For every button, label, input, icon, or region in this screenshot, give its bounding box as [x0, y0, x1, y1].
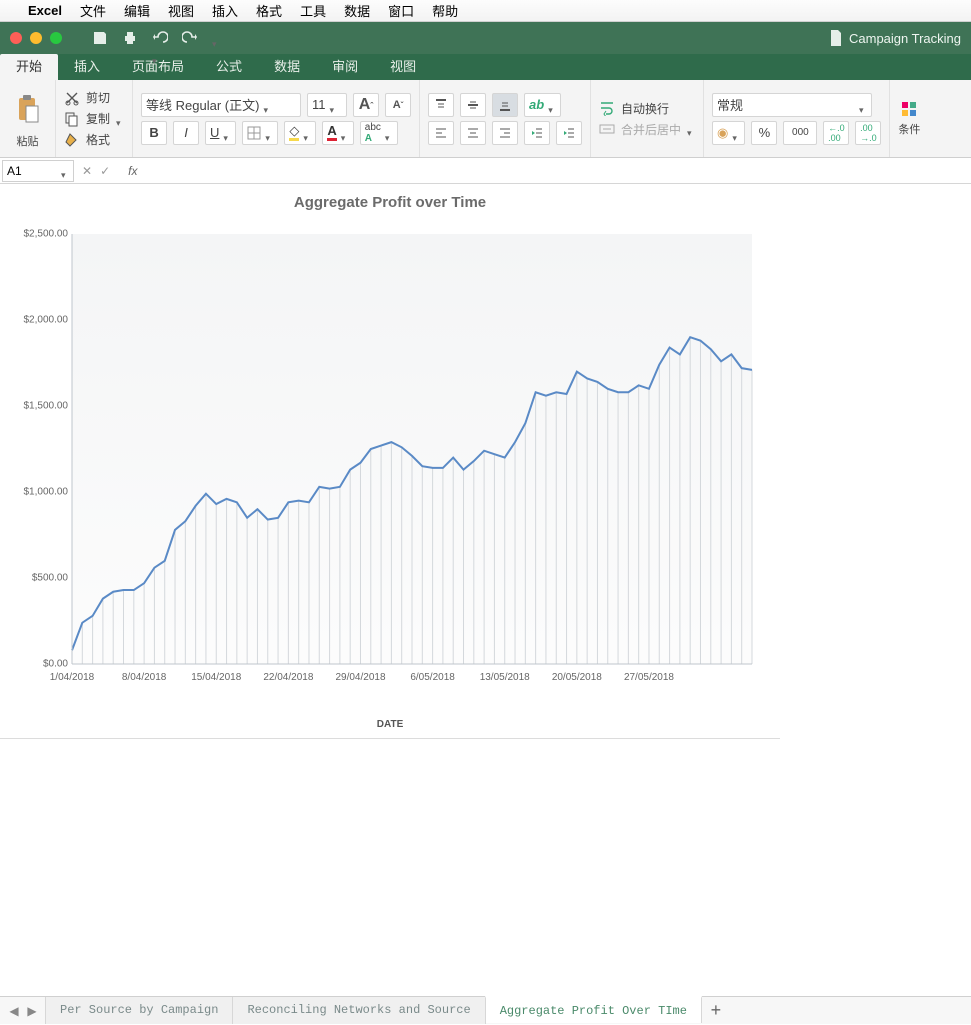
mac-menu-bar: Excel 文件 编辑 视图 插入 格式 工具 数据 窗口 帮助: [0, 0, 971, 22]
ribbon-tab-5[interactable]: 审阅: [316, 54, 374, 80]
y-tick-label: $0.00: [43, 659, 68, 670]
qat-customize[interactable]: [212, 34, 220, 42]
decrease-font-button[interactable]: Aˇ: [385, 93, 411, 117]
x-tick-label: 22/04/2018: [263, 672, 313, 683]
cut-button[interactable]: 剪切: [64, 89, 124, 106]
sheet-tab-2[interactable]: Aggregate Profit Over TIme: [485, 996, 702, 1023]
x-tick-label: 20/05/2018: [552, 672, 602, 683]
ribbon-tabs: 开始插入页面布局公式数据审阅视图: [0, 54, 971, 80]
accounting-format-button[interactable]: ◉: [712, 121, 745, 145]
increase-font-button[interactable]: Aˆ: [353, 93, 379, 117]
align-bottom-button[interactable]: [492, 93, 518, 117]
ribbon: 粘贴 剪切 复制 格式 等线 Regular (正文) 11 Aˆ Aˇ B I…: [0, 80, 971, 158]
orientation-button[interactable]: ab: [524, 93, 561, 117]
formula-input[interactable]: [147, 164, 971, 178]
font-color-button[interactable]: A: [322, 121, 353, 145]
formula-bar: A1 ✕ ✓ fx: [0, 158, 971, 184]
merge-center-button[interactable]: 合并后居中: [599, 121, 695, 138]
conditional-format-icon[interactable]: [901, 101, 917, 117]
paste-button[interactable]: [11, 89, 45, 129]
menu-format[interactable]: 格式: [256, 1, 282, 20]
borders-button[interactable]: [242, 121, 278, 145]
align-top-button[interactable]: [428, 93, 454, 117]
title-bar: Campaign Tracking: [0, 22, 971, 54]
y-tick-label: $500.00: [32, 573, 68, 584]
coins-icon: ◉: [717, 125, 728, 141]
underline-button[interactable]: U: [205, 121, 236, 145]
y-tick-label: $2,000.00: [24, 315, 69, 326]
add-sheet-button[interactable]: +: [702, 1000, 730, 1021]
italic-button[interactable]: I: [173, 121, 199, 145]
x-tick-label: 15/04/2018: [191, 672, 241, 683]
x-tick-label: 1/04/2018: [50, 672, 95, 683]
conditional-format-label: 条件: [898, 121, 920, 137]
redo-icon[interactable]: [182, 30, 198, 46]
ribbon-tab-6[interactable]: 视图: [374, 54, 432, 80]
menu-edit[interactable]: 编辑: [124, 1, 150, 20]
y-tick-label: $2,500.00: [24, 229, 69, 240]
chart-plot-area: [72, 234, 752, 664]
y-tick-label: $1,500.00: [24, 401, 69, 412]
bold-button[interactable]: B: [141, 121, 167, 145]
paste-label: 粘贴: [17, 133, 39, 149]
x-tick-label: 6/05/2018: [410, 672, 455, 683]
font-size-select[interactable]: 11: [307, 93, 347, 117]
decrease-indent-button[interactable]: [524, 121, 550, 145]
chart-title: Aggregate Profit over Time: [0, 184, 780, 211]
ribbon-tab-1[interactable]: 插入: [58, 54, 116, 80]
x-tick-label: 27/05/2018: [624, 672, 674, 683]
comma-format-button[interactable]: 000: [783, 121, 817, 145]
font-name-select[interactable]: 等线 Regular (正文): [141, 93, 301, 117]
align-center-button[interactable]: [460, 121, 486, 145]
ribbon-tab-2[interactable]: 页面布局: [116, 54, 200, 80]
copy-button[interactable]: 复制: [64, 110, 124, 127]
ribbon-tab-3[interactable]: 公式: [200, 54, 258, 80]
sheet-tab-1[interactable]: Reconciling Networks and Source: [232, 997, 485, 1024]
percent-format-button[interactable]: %: [751, 121, 777, 145]
window-zoom-button[interactable]: [50, 32, 62, 44]
accept-formula-icon[interactable]: ✓: [100, 164, 110, 178]
menu-help[interactable]: 帮助: [432, 1, 458, 20]
x-axis-label: DATE: [377, 719, 403, 730]
undo-icon[interactable]: [152, 30, 168, 46]
menu-data[interactable]: 数据: [344, 1, 370, 20]
sheet-nav-prev[interactable]: ◀: [6, 1004, 22, 1018]
menu-tools[interactable]: 工具: [300, 1, 326, 20]
menu-file[interactable]: 文件: [80, 1, 106, 20]
x-tick-label: 8/04/2018: [122, 672, 167, 683]
chart-container: Aggregate Profit over Time AGGREAGATE PR…: [0, 184, 780, 739]
x-tick-label: 13/05/2018: [480, 672, 530, 683]
align-middle-button[interactable]: [460, 93, 486, 117]
app-name[interactable]: Excel: [28, 3, 62, 18]
menu-insert[interactable]: 插入: [212, 1, 238, 20]
cancel-formula-icon[interactable]: ✕: [82, 164, 92, 178]
number-format-select[interactable]: 常规: [712, 93, 872, 117]
ribbon-tab-4[interactable]: 数据: [258, 54, 316, 80]
x-tick-label: 29/04/2018: [335, 672, 385, 683]
name-box[interactable]: A1: [2, 160, 74, 182]
y-tick-label: $1,000.00: [24, 487, 69, 498]
sheet-tab-0[interactable]: Per Source by Campaign: [45, 997, 233, 1024]
sheet-tab-bar: ◀ ▶ Per Source by CampaignReconciling Ne…: [0, 996, 971, 1024]
increase-indent-button[interactable]: [556, 121, 582, 145]
align-right-button[interactable]: [492, 121, 518, 145]
menu-view[interactable]: 视图: [168, 1, 194, 20]
increase-decimal-button[interactable]: ←.0.00: [823, 121, 849, 145]
fx-label[interactable]: fx: [128, 164, 137, 178]
save-icon[interactable]: [92, 30, 108, 46]
align-left-button[interactable]: [428, 121, 454, 145]
window-close-button[interactable]: [10, 32, 22, 44]
window-minimize-button[interactable]: [30, 32, 42, 44]
phonetic-button[interactable]: abcA: [360, 121, 398, 145]
fill-color-button[interactable]: ◇: [284, 121, 316, 145]
wrap-text-button[interactable]: 自动换行: [599, 100, 695, 117]
sheet-nav-next[interactable]: ▶: [24, 1004, 40, 1018]
document-title: Campaign Tracking: [829, 30, 961, 46]
ribbon-tab-0[interactable]: 开始: [0, 54, 58, 80]
format-painter-button[interactable]: 格式: [64, 131, 124, 148]
print-icon[interactable]: [122, 30, 138, 46]
menu-window[interactable]: 窗口: [388, 1, 414, 20]
decrease-decimal-button[interactable]: .00→.0: [855, 121, 881, 145]
